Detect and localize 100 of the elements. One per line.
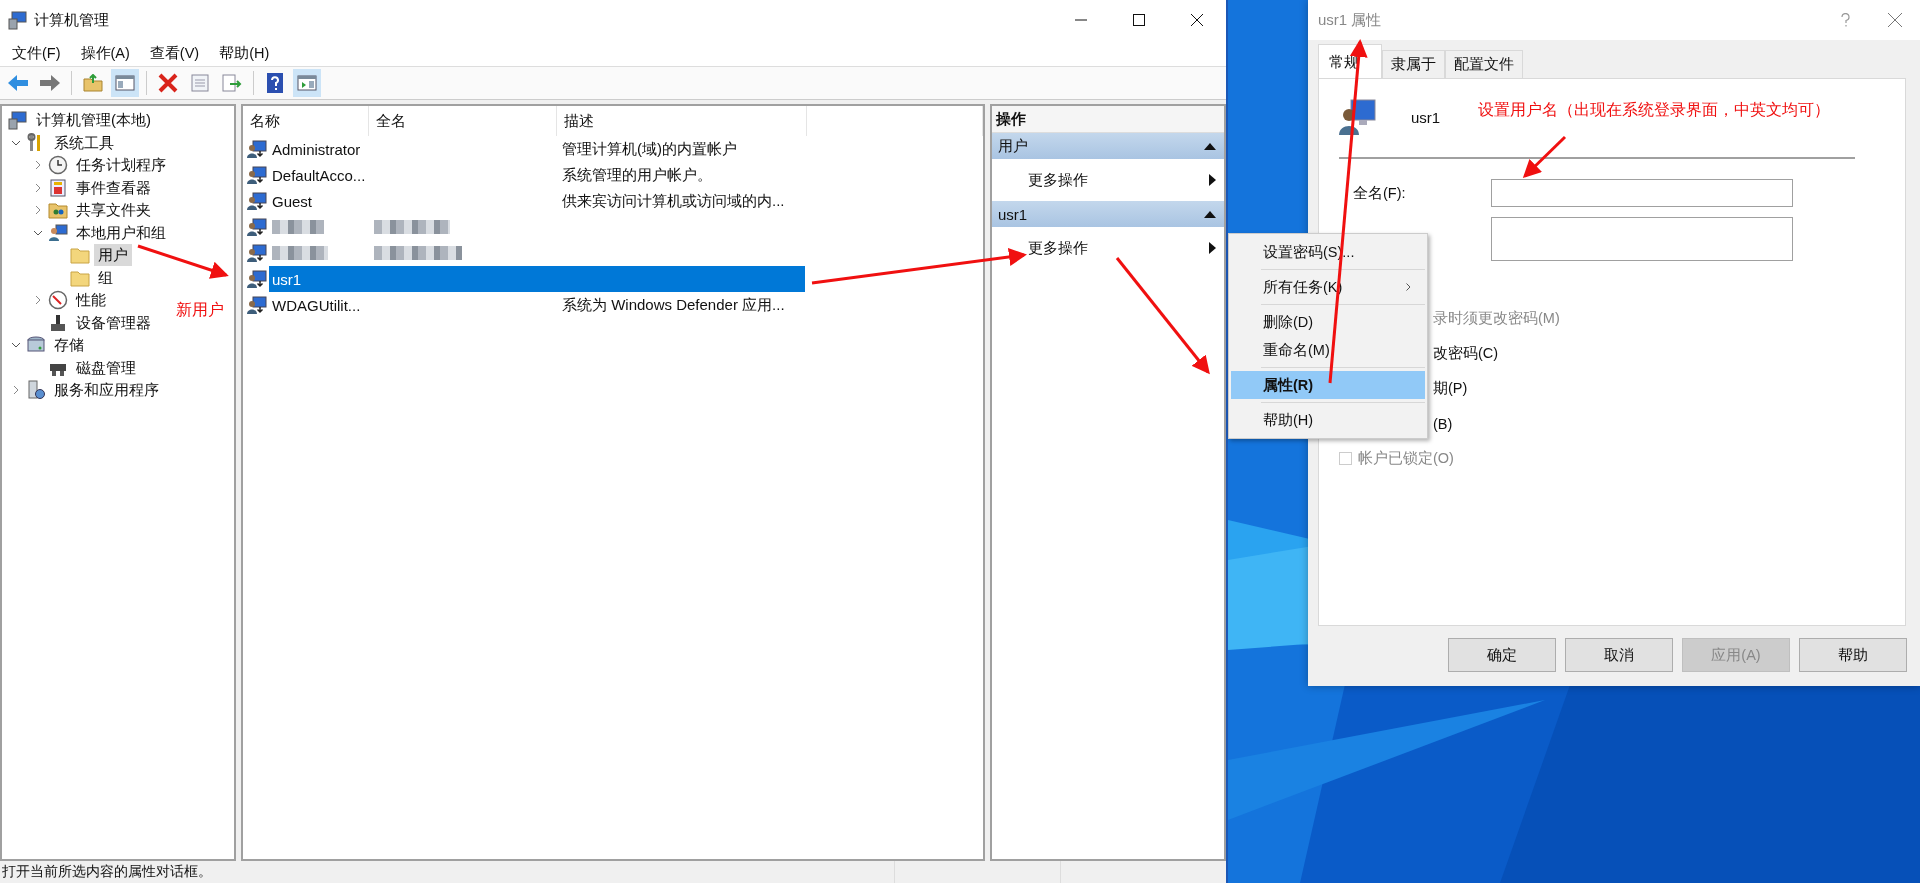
list-row[interactable]: Administrator 管理计算机(域)的内置帐户 xyxy=(269,136,805,162)
user-icon xyxy=(247,165,267,185)
gauge-icon xyxy=(48,290,68,311)
checkbox-label: 改密码(C) xyxy=(1433,344,1499,363)
menu-item[interactable]: 重命名(M) xyxy=(1231,336,1425,364)
dialog-title: usr1 属性 xyxy=(1318,10,1382,30)
users-icon xyxy=(48,222,68,243)
back-arrow-icon xyxy=(7,74,29,92)
help-icon xyxy=(267,73,283,93)
device-icon xyxy=(48,312,68,333)
dialog-button[interactable]: 帮助 xyxy=(1799,638,1907,672)
table-cell-text: DefaultAcco... xyxy=(271,166,367,184)
list-row[interactable]: WDAGUtilit... 系统为 Windows Defender 应用... xyxy=(269,292,805,318)
menu-item[interactable]: 查看(V) xyxy=(149,43,200,63)
full-name-field[interactable] xyxy=(1491,179,1793,207)
tree-item[interactable]: 用户 xyxy=(94,244,132,267)
annotation-arrow xyxy=(1522,135,1567,179)
table-cell-text: Administrator xyxy=(271,140,362,158)
tree-item[interactable]: 任务计划程序 xyxy=(72,154,170,177)
services-icon xyxy=(26,380,46,401)
group-header[interactable]: usr1 xyxy=(992,201,1224,227)
checkbox-label: 录时须更改密码(M) xyxy=(1433,309,1560,328)
window-title: 计算机管理 xyxy=(34,10,109,30)
log-icon xyxy=(48,177,68,198)
list-row[interactable]: usr1 xyxy=(269,266,805,292)
collapse-triangle-icon xyxy=(1204,142,1216,150)
clock-icon xyxy=(48,155,68,176)
description-field[interactable] xyxy=(1491,217,1793,261)
field-label: 全名(F): xyxy=(1353,184,1407,203)
menu-item[interactable]: 文件(F) xyxy=(12,43,61,63)
close-icon xyxy=(1191,14,1203,26)
forward-arrow-icon xyxy=(39,74,61,92)
tree-item[interactable]: 性能 xyxy=(72,289,110,312)
column-header[interactable]: 描述 xyxy=(557,106,807,136)
show-tree-button[interactable] xyxy=(111,69,139,97)
show-actions-button[interactable] xyxy=(293,69,321,97)
table-cell: 供来宾访问计算机或访问域的内... xyxy=(562,191,785,211)
tree-item[interactable]: 磁盘管理 xyxy=(72,356,140,379)
list-row[interactable]: Guest 供来宾访问计算机或访问域的内... xyxy=(269,188,805,214)
user-icon xyxy=(247,295,267,315)
menu-label: 帮助(H) xyxy=(1263,410,1314,430)
user-icon xyxy=(1339,97,1379,137)
submenu-triangle-icon xyxy=(1209,174,1216,186)
tree-item[interactable]: 事件查看器 xyxy=(72,176,155,199)
user-icon xyxy=(247,139,267,159)
table-cell: 系统为 Windows Defender 应用... xyxy=(562,295,785,315)
user-icon xyxy=(247,191,267,211)
menu-label: 重命名(M) xyxy=(1263,340,1330,360)
menu-item[interactable]: 操作(A) xyxy=(80,43,130,63)
action-label: 更多操作 xyxy=(1028,170,1088,190)
list-row[interactable]: DefaultAcco... 系统管理的用户帐户。 xyxy=(269,162,805,188)
action-item[interactable]: 更多操作 xyxy=(992,159,1224,201)
group-header[interactable]: 用户 xyxy=(992,133,1224,159)
tab[interactable]: 隶属于 xyxy=(1382,50,1445,78)
action-item[interactable]: 更多操作 xyxy=(992,227,1224,269)
delete-icon xyxy=(158,73,178,93)
menu-label: 删除(D) xyxy=(1263,312,1314,332)
blurred-text xyxy=(272,246,328,260)
menu-item[interactable]: 删除(D) xyxy=(1231,308,1425,336)
tab[interactable]: 配置文件 xyxy=(1445,50,1523,78)
menu-item[interactable]: 帮助(H) xyxy=(219,43,270,63)
menu-item[interactable]: 帮助(H) xyxy=(1231,406,1425,434)
table-cell: 系统管理的用户帐户。 xyxy=(562,165,712,185)
table-cell-text: WDAGUtilit... xyxy=(271,296,362,314)
dialog-button[interactable]: 取消 xyxy=(1565,638,1673,672)
tree-item[interactable]: 组 xyxy=(94,266,117,289)
close-icon xyxy=(1888,13,1902,27)
tree-item[interactable]: 计算机管理(本地) xyxy=(32,109,155,132)
export-icon xyxy=(222,74,242,92)
tree-item[interactable]: 本地用户和组 xyxy=(72,221,170,244)
column-header[interactable]: 名称 xyxy=(243,106,369,136)
computer-icon xyxy=(8,10,28,30)
tree-item[interactable]: 设备管理器 xyxy=(72,311,155,334)
user-icon xyxy=(247,269,267,289)
checkbox-label: 帐户已锁定(O) xyxy=(1358,449,1454,468)
tree-item[interactable]: 共享文件夹 xyxy=(72,199,155,222)
collapse-triangle-icon xyxy=(1204,210,1216,218)
group-title: 用户 xyxy=(998,136,1028,156)
menu-item[interactable]: 属性(R) xyxy=(1231,371,1425,399)
user-icon xyxy=(247,243,267,263)
column-header[interactable]: 全名 xyxy=(369,106,557,136)
blurred-text xyxy=(272,220,324,234)
table-cell-text: usr1 xyxy=(271,270,303,288)
table-cell-text: Guest xyxy=(271,192,314,210)
maximize-icon xyxy=(1133,14,1145,26)
tree-item[interactable]: 服务和应用程序 xyxy=(50,379,163,402)
pane-icon xyxy=(297,74,317,92)
annotation-text: 新用户 xyxy=(176,300,224,320)
tree-item[interactable]: 系统工具 xyxy=(50,131,118,154)
user-name: usr1 xyxy=(1411,108,1441,126)
group-title: usr1 xyxy=(998,205,1028,223)
dialog-button[interactable]: 确定 xyxy=(1448,638,1556,672)
submenu-triangle-icon xyxy=(1209,242,1216,254)
pane-icon xyxy=(115,74,135,92)
menu-label: 属性(R) xyxy=(1263,375,1314,395)
tree-item[interactable]: 存储 xyxy=(50,334,88,357)
folder-icon xyxy=(70,245,90,266)
shared-folder-icon xyxy=(48,200,68,221)
folder-icon xyxy=(83,74,103,92)
table-cell: 管理计算机(域)的内置帐户 xyxy=(562,139,737,159)
